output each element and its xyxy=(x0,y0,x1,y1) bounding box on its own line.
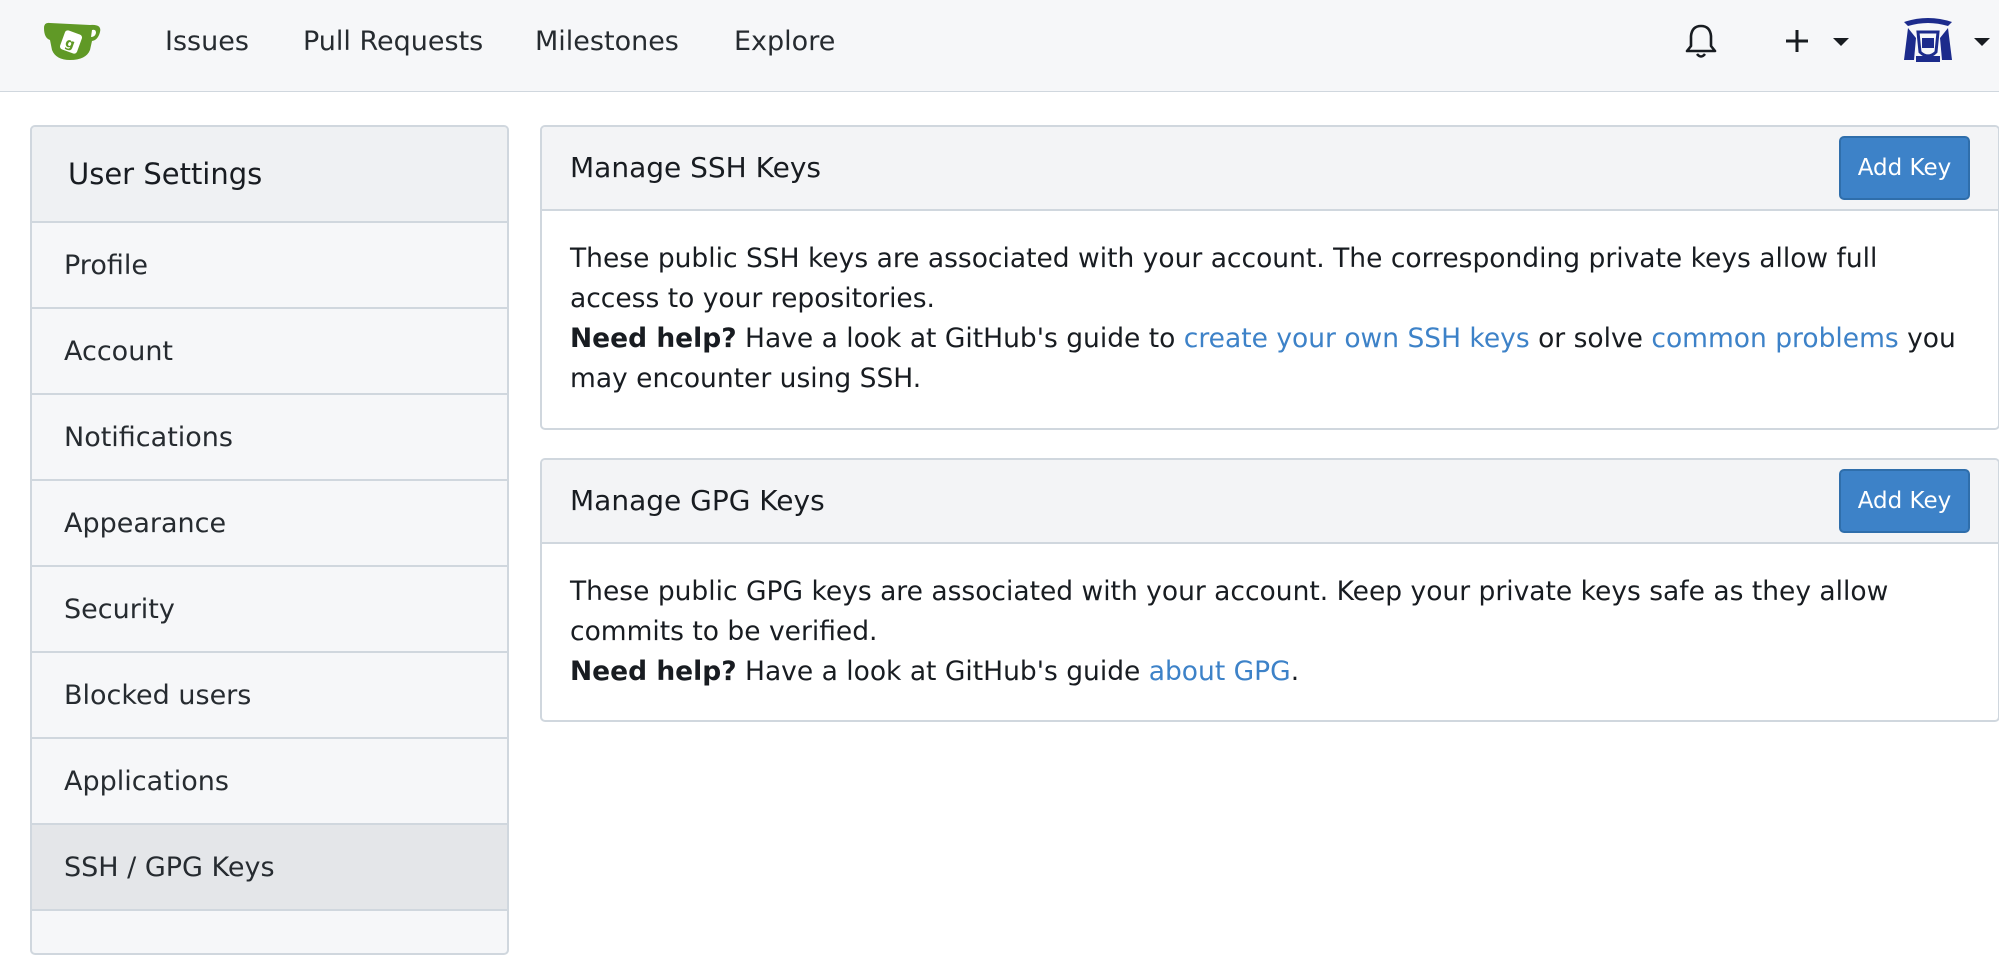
ssh-help-label: Need help? xyxy=(570,323,737,354)
sidebar-item-applications[interactable]: Applications xyxy=(32,739,507,825)
nav-issues-link[interactable]: Issues xyxy=(165,24,249,60)
gpg-keys-panel: Manage GPG Keys Add Key These public GPG… xyxy=(540,458,1999,722)
ssh-keys-panel: Manage SSH Keys Add Key These public SSH… xyxy=(540,125,1999,430)
gitea-logo-icon[interactable]: g xyxy=(42,18,104,64)
sidebar-item-appearance[interactable]: Appearance xyxy=(32,481,507,567)
ssh-description: These public SSH keys are associated wit… xyxy=(570,243,1878,314)
gpg-help-label: Need help? xyxy=(570,656,737,687)
sidebar-item-account[interactable]: Account xyxy=(32,309,507,395)
create-ssh-keys-link[interactable]: create your own SSH keys xyxy=(1184,323,1530,354)
sidebar-title: User Settings xyxy=(32,127,507,223)
user-avatar[interactable] xyxy=(1900,16,1956,66)
sidebar-item-profile[interactable]: Profile xyxy=(32,223,507,309)
nav-explore-link[interactable]: Explore xyxy=(734,24,835,60)
gpg-description: These public GPG keys are associated wit… xyxy=(570,576,1889,647)
ssh-panel-body: These public SSH keys are associated wit… xyxy=(542,211,1998,423)
create-dropdown-chevron-icon[interactable] xyxy=(1832,37,1850,47)
sidebar-item-blocked-users[interactable]: Blocked users xyxy=(32,653,507,739)
gpg-panel-title: Manage GPG Keys xyxy=(570,484,825,517)
common-problems-link[interactable]: common problems xyxy=(1651,323,1898,354)
top-navbar: g Issues Pull Requests Milestones Explor… xyxy=(0,0,1999,92)
ssh-panel-title: Manage SSH Keys xyxy=(570,151,821,184)
sidebar-item-notifications[interactable]: Notifications xyxy=(32,395,507,481)
about-gpg-link[interactable]: about GPG xyxy=(1149,656,1291,687)
plus-icon[interactable] xyxy=(1780,22,1814,60)
gpg-help-pre: Have a look at GitHub's guide xyxy=(736,656,1149,687)
sidebar-item-security[interactable]: Security xyxy=(32,567,507,653)
ssh-panel-header: Manage SSH Keys Add Key xyxy=(542,127,1998,211)
gpg-help-text: Need help? Have a look at GitHub's guide… xyxy=(570,652,1970,692)
gpg-help-post: . xyxy=(1290,656,1300,687)
gpg-panel-body: These public GPG keys are associated wit… xyxy=(542,544,1998,716)
nav-pull-requests-link[interactable]: Pull Requests xyxy=(303,24,483,60)
bell-icon[interactable] xyxy=(1684,22,1718,60)
ssh-help-mid: or solve xyxy=(1529,323,1652,354)
sidebar-item-ssh-gpg-keys[interactable]: SSH / GPG Keys xyxy=(32,825,507,911)
ssh-help-pre: Have a look at GitHub's guide to xyxy=(736,323,1184,354)
nav-milestones-link[interactable]: Milestones xyxy=(535,24,679,60)
gpg-panel-header: Manage GPG Keys Add Key xyxy=(542,460,1998,544)
add-ssh-key-button[interactable]: Add Key xyxy=(1839,136,1970,200)
user-settings-sidebar: User Settings Profile Account Notificati… xyxy=(30,125,509,955)
user-menu-chevron-icon[interactable] xyxy=(1973,37,1991,47)
ssh-help-text: Need help? Have a look at GitHub's guide… xyxy=(570,319,1970,399)
add-gpg-key-button[interactable]: Add Key xyxy=(1839,469,1970,533)
sidebar-item-more[interactable] xyxy=(32,911,507,953)
